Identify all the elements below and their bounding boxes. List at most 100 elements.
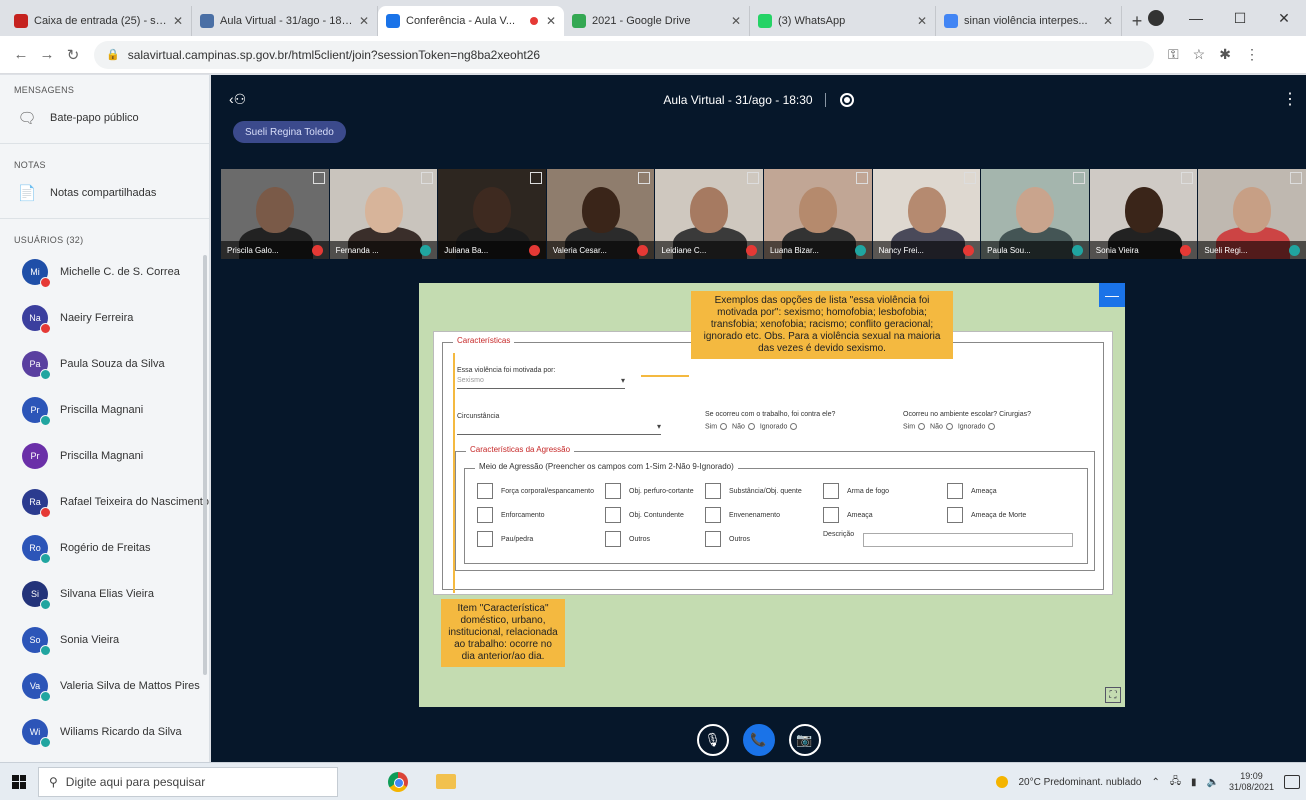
- school-question-options[interactable]: Sim Não Ignorado: [903, 423, 998, 430]
- aggression-checkbox[interactable]: Ameaça de Morte: [947, 507, 1026, 523]
- tab-close-icon[interactable]: ✕: [1103, 14, 1113, 28]
- sidebar-scrollbar[interactable]: [203, 255, 207, 675]
- menu-icon[interactable]: ⋮: [1245, 46, 1259, 63]
- maximize-icon[interactable]: ☐: [1218, 10, 1262, 27]
- browser-tab[interactable]: Caixa de entrada (25) - san... ✕: [6, 6, 192, 36]
- participant-video[interactable]: Paula Sou...: [981, 169, 1089, 259]
- expand-video-icon[interactable]: [1072, 172, 1085, 184]
- address-bar[interactable]: 🔒 salavirtual.campinas.sp.gov.br/html5cl…: [94, 40, 1154, 69]
- fit-to-screen-icon[interactable]: ⛶: [1105, 687, 1121, 703]
- user-list-item[interactable]: Wi Wiliams Ricardo da Silva: [0, 709, 209, 755]
- user-name: Valeria Silva de Mattos Pires: [60, 680, 200, 692]
- aggression-checkbox[interactable]: Arma de fogo: [823, 483, 889, 499]
- user-list-item[interactable]: Ra Rafael Teixeira do Nascimento: [0, 479, 209, 525]
- aggression-checkbox[interactable]: Força corporal/espancamento: [477, 483, 594, 499]
- battery-icon[interactable]: ▮: [1191, 777, 1197, 788]
- aggression-checkbox[interactable]: Descrição: [823, 531, 854, 538]
- expand-video-icon[interactable]: [529, 172, 542, 184]
- aggression-checkbox[interactable]: Ameaça: [823, 507, 873, 523]
- aggression-checkbox[interactable]: Outros: [705, 531, 750, 547]
- expand-video-icon[interactable]: [964, 172, 977, 184]
- user-list-item[interactable]: Ro Rogério de Freitas: [0, 525, 209, 571]
- tab-close-icon[interactable]: ✕: [917, 14, 927, 28]
- forward-icon[interactable]: →: [34, 46, 60, 63]
- extensions-icon[interactable]: ✱: [1219, 46, 1231, 63]
- expand-video-icon[interactable]: [421, 172, 434, 184]
- user-list-item[interactable]: Pa Paula Souza da Silva: [0, 341, 209, 387]
- participant-video[interactable]: Juliana Ba...: [438, 169, 546, 259]
- participant-video[interactable]: Valeria Cesar...: [546, 169, 655, 259]
- tab-close-icon[interactable]: ✕: [173, 14, 183, 28]
- participant-video[interactable]: Sueli Regi...: [1198, 169, 1306, 259]
- user-list-item[interactable]: Pr Priscilla Magnani: [0, 433, 209, 479]
- minimize-presentation-icon[interactable]: —: [1099, 283, 1125, 307]
- file-explorer-button[interactable]: [426, 763, 466, 800]
- recording-icon[interactable]: [839, 93, 854, 107]
- participant-video[interactable]: Priscila Galo...: [221, 169, 329, 259]
- user-list-item[interactable]: Si Silvana Elias Vieira: [0, 571, 209, 617]
- tab-close-icon[interactable]: ✕: [359, 14, 369, 28]
- weather-text[interactable]: 20°C Predominant. nublado: [1018, 777, 1141, 788]
- options-menu-icon[interactable]: ⋮: [1282, 89, 1298, 109]
- back-icon[interactable]: ←: [8, 46, 34, 63]
- browser-tab[interactable]: Conferência - Aula V... ✕: [378, 6, 564, 36]
- participant-video[interactable]: Nancy Frei...: [872, 169, 981, 259]
- participant-video[interactable]: Luana Bizar...: [763, 169, 872, 259]
- notifications-icon[interactable]: [1284, 775, 1300, 789]
- reload-icon[interactable]: ↻: [60, 46, 86, 64]
- start-button[interactable]: [0, 763, 38, 800]
- expand-video-icon[interactable]: [855, 172, 868, 184]
- shared-notes-item[interactable]: 📄 Notas compartilhadas: [0, 174, 209, 212]
- user-list-item[interactable]: Va Valeria Silva de Mattos Pires: [0, 663, 209, 709]
- aggression-checkbox[interactable]: Ameaça: [947, 483, 997, 499]
- motivation-select[interactable]: Sexismo: [457, 376, 625, 389]
- profile-icon[interactable]: [1148, 10, 1164, 26]
- expand-video-icon[interactable]: [746, 172, 759, 184]
- aggression-checkbox[interactable]: Obj. perfuro-cortante: [605, 483, 694, 499]
- expand-video-icon[interactable]: [1181, 172, 1194, 184]
- browser-tab[interactable]: 2021 - Google Drive ✕: [564, 6, 750, 36]
- aggression-checkbox[interactable]: Obj. Contundente: [605, 507, 684, 523]
- browser-tab[interactable]: Aula Virtual - 31/ago - 18:3... ✕: [192, 6, 378, 36]
- star-icon[interactable]: ☆: [1193, 46, 1206, 63]
- user-list-item[interactable]: So Sonia Vieira: [0, 617, 209, 663]
- chrome-taskbar-button[interactable]: [378, 763, 418, 800]
- share-webcam-button[interactable]: 📷: [788, 724, 821, 756]
- expand-video-icon[interactable]: [638, 172, 651, 184]
- volume-icon[interactable]: 🔈: [1207, 777, 1219, 788]
- participant-video[interactable]: Fernanda ...: [329, 169, 438, 259]
- clock[interactable]: 19:09 31/08/2021: [1229, 771, 1274, 793]
- network-icon[interactable]: 🖧: [1170, 774, 1181, 791]
- description-field[interactable]: [863, 533, 1073, 547]
- browser-tab[interactable]: (3) WhatsApp ✕: [750, 6, 936, 36]
- participant-video[interactable]: Sonia Vieira: [1089, 169, 1198, 259]
- weather-icon[interactable]: [996, 776, 1009, 788]
- checkbox-box: [705, 507, 721, 523]
- close-icon[interactable]: ✕: [1262, 10, 1306, 27]
- aggression-checkbox[interactable]: Pau/pedra: [477, 531, 533, 547]
- work-question-options[interactable]: Sim Não Ignorado: [705, 423, 800, 430]
- minimize-icon[interactable]: —: [1174, 10, 1218, 26]
- key-icon[interactable]: ⚿: [1168, 46, 1179, 63]
- circumstance-select[interactable]: [457, 422, 661, 435]
- mute-microphone-button[interactable]: 🎙: [696, 724, 729, 756]
- aggression-checkbox[interactable]: Substância/Obj. quente: [705, 483, 802, 499]
- participant-video[interactable]: Leidiane C...: [655, 169, 763, 259]
- expand-video-icon[interactable]: [1289, 172, 1302, 184]
- aggression-checkbox[interactable]: Outros: [605, 531, 650, 547]
- user-list-item[interactable]: Mi Michelle C. de S. Correa: [0, 249, 209, 295]
- mic-status-icon: [745, 245, 757, 256]
- aggression-checkbox[interactable]: Enforcamento: [477, 507, 545, 523]
- tab-close-icon[interactable]: ✕: [546, 14, 556, 28]
- tab-close-icon[interactable]: ✕: [731, 14, 741, 28]
- leave-audio-button[interactable]: 📞: [742, 724, 775, 756]
- tray-chevron-icon[interactable]: ⌃: [1151, 777, 1159, 788]
- aggression-checkbox[interactable]: Envenenamento: [705, 507, 780, 523]
- user-list-item[interactable]: Na Naeiry Ferreira: [0, 295, 209, 341]
- public-chat-item[interactable]: 🗨 Bate-papo público: [0, 99, 209, 137]
- taskbar-search[interactable]: ⚲ Digite aqui para pesquisar: [38, 766, 338, 797]
- expand-video-icon[interactable]: [312, 172, 325, 184]
- browser-tab[interactable]: sinan violência interpes... ✕: [936, 6, 1122, 36]
- user-list-item[interactable]: Pr Priscilla Magnani: [0, 387, 209, 433]
- characteristics-legend: Características: [453, 336, 515, 345]
